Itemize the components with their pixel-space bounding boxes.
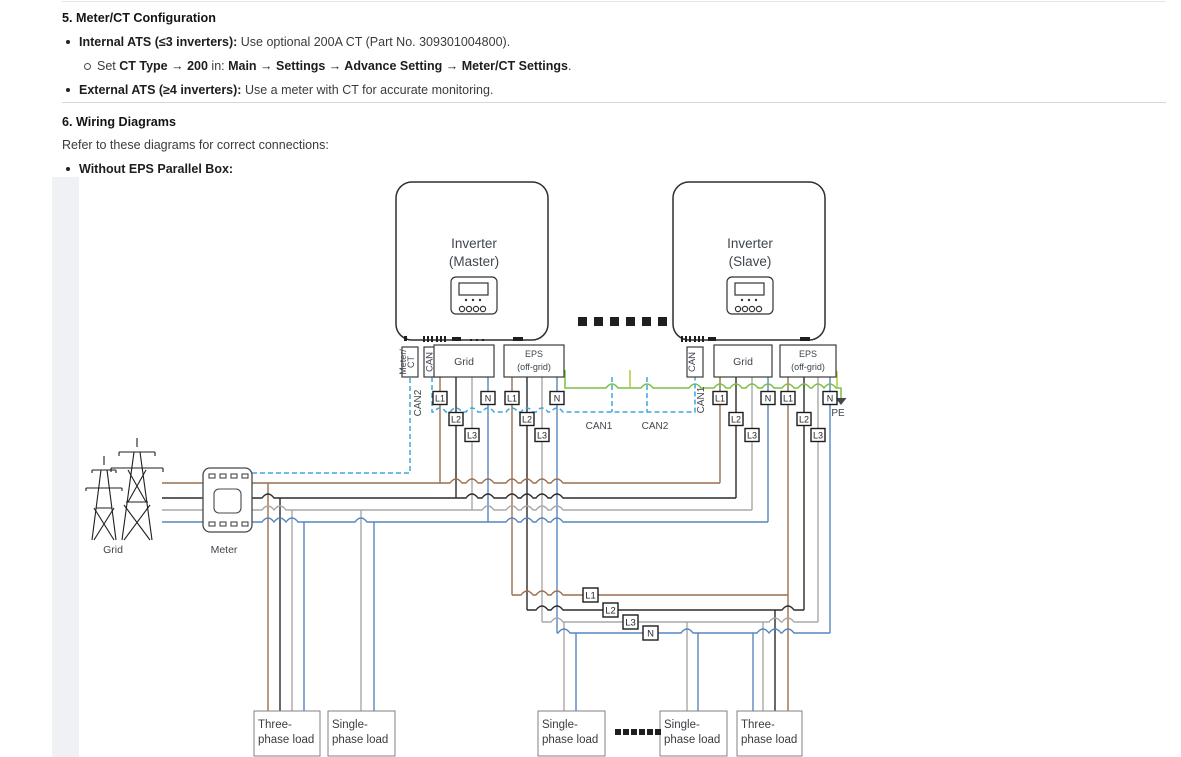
- load-label-line2: phase load: [664, 734, 720, 746]
- wire-tag-texts: L1 L2 L3 N L1 L2 L3 N L1 L2 L3 N L1 L2 L…: [435, 394, 833, 640]
- tag-l3: L3: [537, 431, 547, 441]
- port-eps-sublabel: (off-grid): [517, 362, 551, 372]
- tag-n: N: [485, 394, 492, 404]
- tag-l1: L1: [715, 394, 725, 404]
- meter-device: [203, 468, 252, 532]
- blue-wire-verticals: [304, 377, 830, 711]
- load-label-line1: Single-: [664, 719, 700, 731]
- can-comm-lines: [252, 377, 695, 473]
- tag-l2: L2: [731, 415, 741, 425]
- bus-tag-n: N: [647, 629, 654, 640]
- inverter-slave: Inverter (Slave): [673, 182, 825, 342]
- load-label-line1: Three-: [741, 719, 775, 731]
- can2-vertical-label: CAN2: [413, 389, 424, 416]
- slave-ports: CAN Grid EPS (off-grid): [687, 345, 836, 377]
- grid-caption: Grid: [103, 544, 123, 556]
- more-loads-ellipsis: [615, 729, 661, 735]
- tag-n: N: [554, 394, 561, 404]
- can2-label: CAN2: [642, 421, 669, 432]
- load-label-line2: phase load: [741, 734, 797, 746]
- inverter-master-name: Inverter: [451, 236, 497, 251]
- load-label-line1: Single-: [542, 719, 578, 731]
- tag-l2: L2: [799, 415, 809, 425]
- can1-vertical-label: CAN1: [696, 386, 707, 413]
- load-single-phase-2: Single- phase load: [538, 711, 605, 756]
- bus-tag-l1: L1: [585, 591, 596, 602]
- load-three-phase-2: Three- phase load: [737, 711, 802, 756]
- load-label-line1: Single-: [332, 719, 368, 731]
- inverter-master: Inverter (Master): [396, 182, 548, 342]
- tag-l1: L1: [435, 394, 445, 404]
- documentation-page: 5. Meter/CT Configuration Internal ATS (…: [0, 0, 1181, 757]
- tag-l2: L2: [451, 415, 461, 425]
- tag-l3: L3: [747, 431, 757, 441]
- can1-label: CAN1: [586, 421, 613, 432]
- tag-n: N: [765, 394, 772, 404]
- port-grid-label: Grid: [733, 356, 753, 368]
- inverter-slave-role: (Slave): [729, 254, 772, 269]
- meter-caption: Meter: [211, 544, 238, 556]
- tag-l1: L1: [783, 394, 793, 404]
- load-single-phase-3: Single- phase load: [660, 711, 727, 756]
- inverter-slave-name: Inverter: [727, 236, 773, 251]
- tag-l2: L2: [522, 415, 532, 425]
- port-grid-label: Grid: [454, 356, 474, 368]
- tag-l3: L3: [813, 431, 823, 441]
- tag-l3: L3: [467, 431, 477, 441]
- load-label-line2: phase load: [332, 734, 388, 746]
- gray-wire-verticals: [292, 377, 818, 711]
- load-label-line2: phase load: [258, 734, 314, 746]
- load-single-phase-1: Single- phase load: [328, 711, 395, 756]
- wire-tags: [433, 392, 837, 641]
- more-inverters-ellipsis: [578, 317, 667, 326]
- grid-towers-icon: [86, 438, 163, 540]
- port-eps-label: EPS: [799, 349, 817, 359]
- grid-phase-buses: [162, 479, 768, 522]
- tag-l1: L1: [507, 394, 517, 404]
- port-can-label: CAN: [687, 352, 698, 372]
- port-eps-sublabel: (off-grid): [791, 362, 825, 372]
- port-meterct-label2: CT: [406, 356, 416, 368]
- wiring-diagram: PE CAN1 CAN2 CAN2 CAN1 Grid: [0, 0, 1181, 757]
- bus-tag-l3: L3: [625, 618, 636, 629]
- master-ports: Meter/ CT CAN Grid EPS (off-grid): [398, 345, 564, 377]
- load-label-line2: phase load: [542, 734, 598, 746]
- inverter-master-role: (Master): [449, 254, 499, 269]
- brown-wire-verticals: [268, 377, 788, 711]
- tag-n: N: [827, 394, 834, 404]
- load-label-line1: Three-: [258, 719, 292, 731]
- port-eps-label: EPS: [525, 349, 543, 359]
- pe-label: PE: [831, 408, 845, 419]
- load-three-phase-1: Three- phase load: [254, 711, 320, 756]
- loads: Three- phase load Single- phase load Sin…: [254, 711, 802, 756]
- bus-tag-l2: L2: [605, 606, 616, 617]
- load-distribution-buses: [512, 591, 830, 633]
